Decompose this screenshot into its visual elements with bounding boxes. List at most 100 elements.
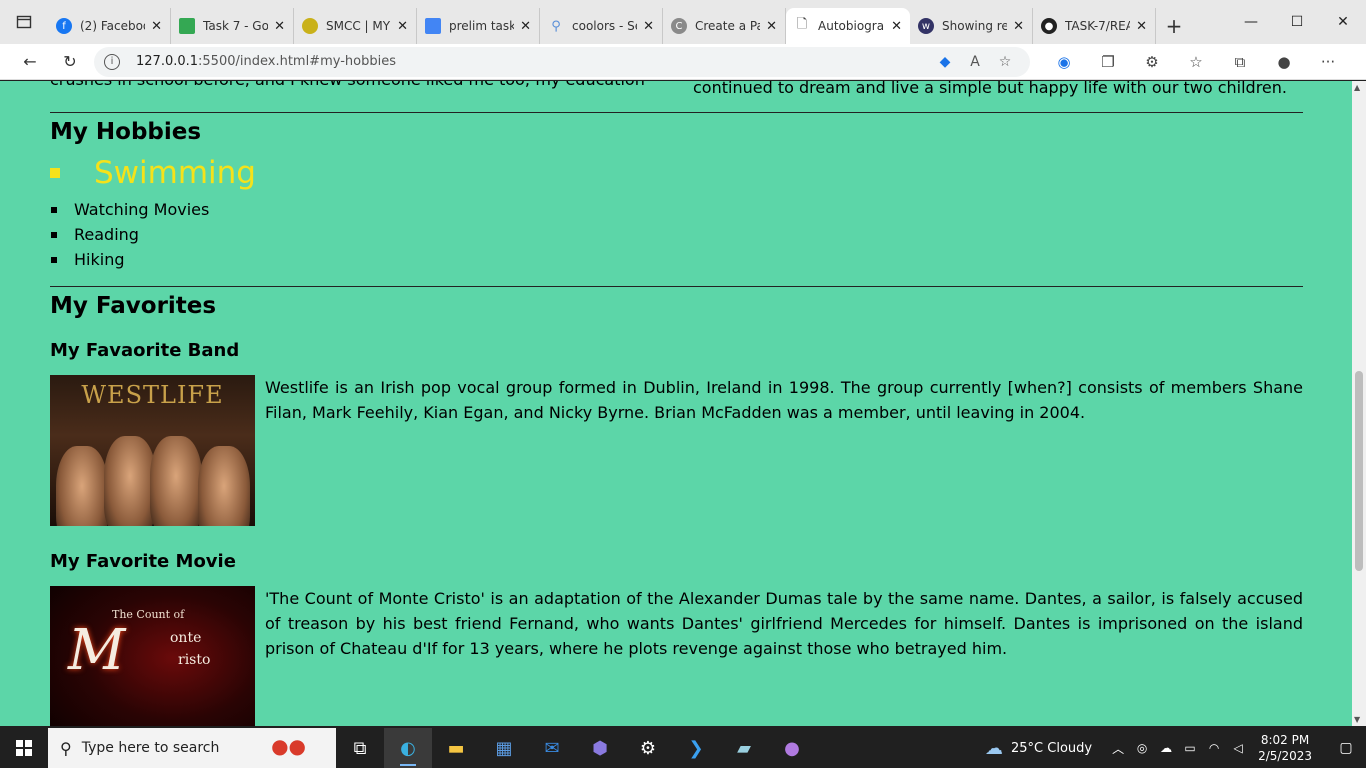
tag-icon[interactable]: ◆ [930, 54, 960, 70]
hobby-item-hiking: Hiking [50, 247, 1303, 272]
band-member-photo [104, 436, 156, 526]
poster-title-letter: M [68, 618, 126, 683]
new-tab-button[interactable]: + [1156, 8, 1192, 44]
edge-icon: ◐ [400, 737, 416, 759]
close-icon[interactable]: ✕ [766, 19, 777, 34]
maximize-button[interactable]: ☐ [1274, 0, 1320, 44]
page-content: crushes in school before, and I knew som… [50, 81, 1303, 726]
github-icon: ● [1041, 18, 1057, 34]
add-favorite-icon[interactable]: ☆ [990, 54, 1020, 70]
clock-time: 8:02 PM [1260, 733, 1310, 747]
task-view-icon: ⧉ [353, 737, 367, 759]
profile-avatar[interactable]: ● [1262, 53, 1306, 71]
westlife-logo: WESTLIFE [81, 381, 224, 409]
tab-facebook[interactable]: f (2) Facebook ✕ [48, 8, 171, 44]
task-view-button[interactable]: ⧉ [336, 728, 384, 768]
hobby-item-reading: Reading [50, 222, 1303, 247]
onedrive-icon[interactable]: ☁ [1154, 741, 1178, 755]
movie-heading: My Favorite Movie [50, 551, 236, 572]
tab-title: Create a Palette [695, 19, 760, 33]
monte-cristo-poster: The Count of M onte risto [50, 586, 255, 726]
mail-icon: ✉ [544, 737, 560, 759]
gear-icon: ⚙ [639, 737, 657, 759]
close-icon[interactable]: ✕ [1136, 19, 1147, 34]
store-icon: ▦ [495, 737, 513, 759]
close-icon[interactable]: ✕ [397, 19, 408, 34]
battery-icon[interactable]: ▭ [1178, 741, 1202, 755]
mail-button[interactable]: ✉ [528, 728, 576, 768]
start-button[interactable] [0, 728, 48, 768]
poster-title-line: risto [178, 652, 211, 668]
close-icon[interactable]: ✕ [520, 19, 531, 34]
wifi-icon[interactable]: ◠ [1202, 741, 1226, 755]
collections-icon[interactable]: ⧉ [1218, 53, 1262, 71]
hexagon-icon: ⬢ [592, 737, 608, 759]
tab-autobiography[interactable]: 🗋 Autobiography ✕ [786, 8, 910, 44]
notepad-button[interactable]: ▰ [720, 728, 768, 768]
scrollbar-thumb[interactable] [1355, 371, 1363, 571]
meet-now-icon[interactable]: ◎ [1130, 741, 1154, 755]
close-window-button[interactable]: ✕ [1320, 0, 1366, 44]
scroll-up-icon[interactable]: ▲ [1354, 83, 1360, 92]
clock[interactable]: 8:02 PM 2/5/2023 [1258, 732, 1312, 764]
minimize-button[interactable]: — [1228, 0, 1274, 44]
close-icon[interactable]: ✕ [643, 19, 654, 34]
chevron-up-icon[interactable]: ︿ [1106, 740, 1130, 757]
file-explorer-button[interactable]: ▬ [432, 728, 480, 768]
scroll-down-icon[interactable]: ▼ [1354, 715, 1360, 724]
hobby-item-swimming: Swimming [50, 153, 1303, 193]
coolors-icon: C [671, 18, 687, 34]
favorites-heading: My Favorites [50, 293, 217, 319]
weather-widget[interactable]: ☁ 25°C Cloudy [985, 738, 1092, 759]
tab-smcc[interactable]: SMCC | MY ✕ [294, 8, 417, 44]
tab-github[interactable]: ● TASK-7/README ✕ [1033, 8, 1156, 44]
hobbies-list: Swimming Watching Movies Reading Hiking [50, 153, 1303, 272]
extensions-puzzle-icon[interactable]: ⚙ [1130, 53, 1174, 71]
extension-icon[interactable]: ❐ [1086, 53, 1130, 71]
cloud-icon: ☁ [985, 737, 1003, 759]
hobby-label: Hiking [74, 250, 125, 269]
lanterns-icon: ●● [271, 734, 306, 758]
tab-title: prelim task [449, 19, 515, 33]
vscode-button[interactable]: ❯ [672, 728, 720, 768]
smcc-icon [302, 18, 318, 34]
search-placeholder: Type here to search [81, 740, 220, 756]
windows-icon [16, 740, 32, 756]
tab-google-drive[interactable]: Task 7 - Google Drive ✕ [171, 8, 294, 44]
refresh-button[interactable]: ↻ [50, 46, 90, 78]
back-button[interactable]: ← [10, 46, 50, 78]
microsoft-store-button[interactable]: ▦ [480, 728, 528, 768]
close-icon[interactable]: ✕ [151, 19, 162, 34]
more-options-icon[interactable]: ··· [1306, 53, 1350, 71]
tab-create-palette[interactable]: C Create a Palette ✕ [663, 8, 786, 44]
favorites-icon[interactable]: ☆ [1174, 53, 1218, 71]
browser-tab-strip: f (2) Facebook ✕ Task 7 - Google Drive ✕… [0, 0, 1366, 44]
page-scrollbar[interactable]: ▲ ▼ [1352, 81, 1366, 726]
github-desktop-button[interactable]: ● [768, 728, 816, 768]
edge-app-button[interactable]: ◐ [384, 728, 432, 768]
divider [50, 286, 1303, 287]
tab-coolors-search[interactable]: ⚲ coolors - Search ✕ [540, 8, 663, 44]
notifications-icon[interactable]: ▢ [1326, 740, 1366, 756]
address-bar[interactable]: i 127.0.0.1:5500/index.html#my-hobbies ◆… [94, 46, 1030, 77]
site-info-icon[interactable]: i [104, 53, 120, 70]
close-icon[interactable]: ✕ [274, 19, 285, 34]
browser-toolbar: ← ↻ i 127.0.0.1:5500/index.html#my-hobbi… [0, 44, 1366, 80]
tab-title: SMCC | MY [326, 19, 391, 33]
folder-icon: ▬ [447, 737, 465, 759]
clock-date: 2/5/2023 [1258, 749, 1312, 763]
settings-button[interactable]: ⚙ [624, 728, 672, 768]
extension-icon[interactable]: ◉ [1042, 53, 1086, 71]
tab-prelim-task[interactable]: prelim task ✕ [417, 8, 540, 44]
volume-icon[interactable]: ◁ [1226, 741, 1250, 755]
power-automate-button[interactable]: ⬢ [576, 728, 624, 768]
close-icon[interactable]: ✕ [891, 19, 902, 34]
hobby-label: Swimming [94, 155, 256, 191]
read-aloud-icon[interactable]: A [960, 54, 990, 70]
tab-showing-results[interactable]: w Showing results ✕ [910, 8, 1033, 44]
taskbar-search-input[interactable]: ⚲ Type here to search ●● [48, 728, 336, 768]
close-icon[interactable]: ✕ [1013, 19, 1024, 34]
bullet-icon [50, 168, 60, 178]
tab-actions-button[interactable] [0, 0, 48, 44]
band-description: Westlife is an Irish pop vocal group for… [265, 378, 1303, 422]
